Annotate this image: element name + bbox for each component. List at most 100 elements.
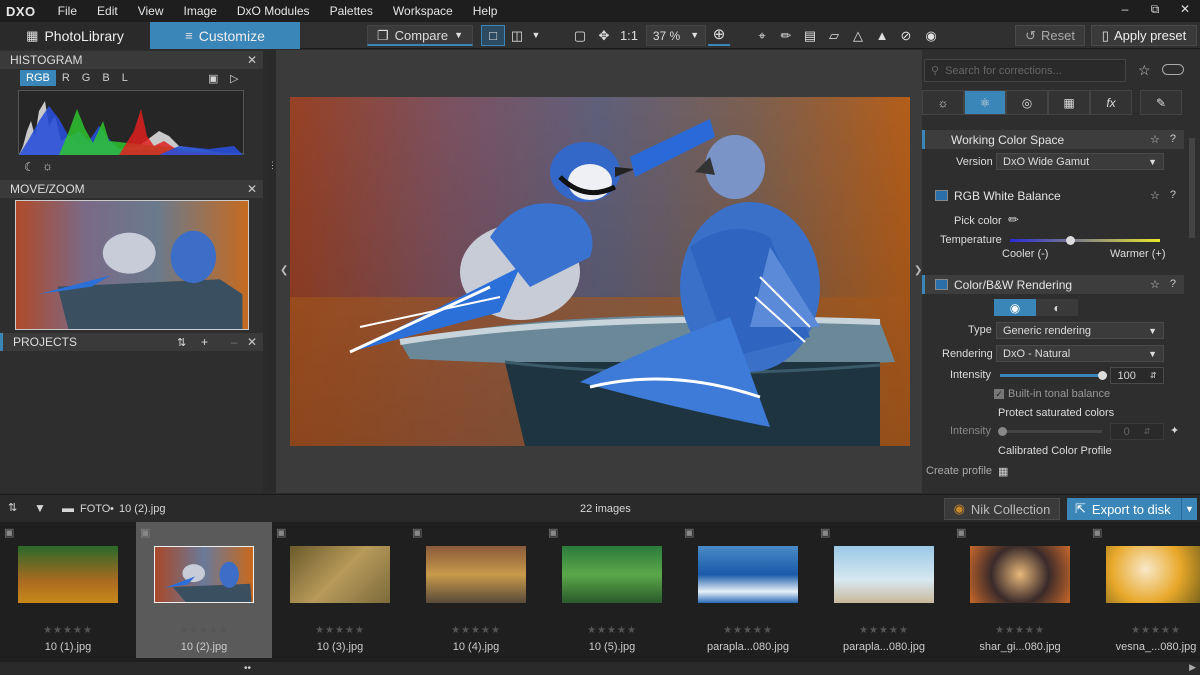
tab-local[interactable]: ✎ [1140,90,1182,115]
movezoom-preview[interactable] [15,200,249,330]
corrections-search[interactable]: ⚲ Search for corrections... [924,59,1126,82]
export-to-disk-button[interactable]: ⇱ Export to disk ▼ [1067,498,1197,520]
tab-light[interactable]: ☼ [922,90,964,115]
filter-icon[interactable]: ▼ [34,501,46,515]
thumbnail[interactable]: ▣ ★★★★★ parapla...080.jpg [816,522,952,658]
sun-icon[interactable]: ☼ [42,159,53,173]
eyedropper-button[interactable]: ✏ [776,25,796,46]
folder-name[interactable]: FOTO [80,503,110,515]
move-button[interactable]: ✥ [594,25,614,46]
menu-file[interactable]: File [48,4,87,18]
rendering-dropdown[interactable]: DxO - Natural ▼ [996,345,1164,362]
thumbnail[interactable]: ▣ ★★★★★ 10 (2).jpg [136,522,272,658]
compare-button[interactable]: ❐ Compare ▼ [367,25,473,46]
toggle-switch[interactable] [1162,64,1184,75]
tab-color[interactable]: ⚛ [964,90,1006,115]
sort-icon[interactable]: ⇅ [177,336,186,349]
monitor-icon[interactable]: ▣ [208,72,218,85]
crop-button[interactable]: ⌖ [752,25,772,46]
hist-channel-g[interactable]: G [76,70,97,86]
tab-detail[interactable]: ◎ [1006,90,1048,115]
filmstrip-scrollbar[interactable]: •• ▶ [0,662,1200,675]
thumbnail[interactable]: ▣ ★★★★★ 10 (4).jpg [408,522,544,658]
fit-screen-button[interactable]: ▢ [570,25,590,46]
star-icon[interactable]: ☆ [1150,278,1160,291]
builtin-tonal-checkbox[interactable]: ✓ [994,389,1004,399]
healing-button[interactable]: ⊘ [896,25,916,46]
scrollbar-thumb[interactable] [1189,138,1195,238]
image-viewer[interactable]: ❮ ❯ [276,50,922,493]
close-icon[interactable]: ✕ [247,53,257,67]
perspective-button[interactable]: ▱ [824,25,844,46]
section-white-balance[interactable]: RGB White Balance ☆? [922,186,1184,205]
slider-knob[interactable] [998,427,1007,436]
thumbnail[interactable]: ▣ ★★★★★ parapla...080.jpg [680,522,816,658]
rating-stars[interactable]: ★★★★★ [408,625,544,636]
restore-icon[interactable]: ⧉ [1140,0,1170,18]
menu-workspace[interactable]: Workspace [383,4,463,18]
tab-photolibrary[interactable]: ▦ PhotoLibrary [0,22,150,49]
menu-view[interactable]: View [128,4,174,18]
version-dropdown[interactable]: DxO Wide Gamut ▼ [996,153,1164,170]
add-project-icon[interactable]: + [201,335,208,349]
scroll-handle-icon[interactable]: •• [244,663,251,674]
hist-channel-rgb[interactable]: RGB [20,70,56,86]
thumbnail[interactable]: ▣ ★★★★★ 10 (3).jpg [272,522,408,658]
zoom-select[interactable]: 37 % ▼ [646,25,706,46]
main-photo[interactable] [290,97,910,446]
repair-button[interactable]: ▲ [872,25,892,46]
apply-preset-button[interactable]: ▯ Apply preset [1091,25,1197,46]
minimize-icon[interactable]: – [1110,0,1140,18]
sort-icon[interactable]: ⇅ [8,501,17,514]
favorite-star-icon[interactable]: ☆ [1138,62,1151,79]
rating-stars[interactable]: ★★★★★ [816,625,952,636]
menu-image[interactable]: Image [174,4,227,18]
intensity-slider[interactable] [1000,371,1107,380]
rating-stars[interactable]: ★★★★★ [0,625,136,636]
collapse-left-icon[interactable]: ❮ [280,265,288,276]
help-icon[interactable]: ? [1170,278,1176,291]
moon-icon[interactable]: ☾ [24,160,35,174]
section-color-rendering[interactable]: Color/B&W Rendering ☆? [922,275,1184,294]
thumbnail[interactable]: ▣ ★★★★★ shar_gi...080.jpg [952,522,1088,658]
color-mode-button[interactable]: ◉ [994,299,1036,316]
thumbnail[interactable]: ▣ ★★★★★ 10 (5).jpg [544,522,680,658]
horizon-button[interactable]: ▤ [800,25,820,46]
protect-intensity-input[interactable]: 0 ⇵ [1110,423,1164,440]
menu-edit[interactable]: Edit [87,4,128,18]
nik-collection-button[interactable]: ◉ Nik Collection [944,498,1060,520]
chevron-down-icon[interactable]: ▼ [1181,498,1197,520]
protect-intensity-slider[interactable] [998,427,1102,436]
help-icon[interactable]: ? [1170,133,1176,146]
right-panel-scrollbar[interactable] [1187,138,1197,488]
section-working-color-space[interactable]: Working Color Space ☆? [922,130,1184,149]
rating-stars[interactable]: ★★★★★ [136,625,272,636]
hist-channel-b[interactable]: B [96,70,115,86]
menu-help[interactable]: Help [463,4,508,18]
tab-geometry[interactable]: ▦ [1048,90,1090,115]
clipping-icon[interactable]: ▷ [230,72,238,85]
rating-stars[interactable]: ★★★★★ [544,625,680,636]
type-dropdown[interactable]: Generic rendering ▼ [996,322,1164,339]
create-profile-icon[interactable]: ▦ [998,465,1008,478]
bw-mode-button[interactable]: ◐ [1036,299,1078,316]
thumbnail[interactable]: ▣ ★★★★★ vesna_...080.jpg [1088,522,1200,658]
preview-button[interactable]: ◉ [920,25,942,46]
menu-palettes[interactable]: Palettes [320,4,383,18]
one-to-one-button[interactable]: 1:1 [618,25,640,46]
eyedropper-icon[interactable]: ✏ [1008,212,1019,228]
help-icon[interactable]: ? [1170,189,1176,202]
scroll-right-icon[interactable]: ▶ [1189,662,1196,673]
magic-wand-icon[interactable]: ✦ [1170,424,1179,437]
close-icon[interactable]: ✕ [247,182,257,196]
stepper-icon[interactable]: ⇵ [1150,371,1157,380]
close-icon[interactable]: ✕ [247,335,257,349]
close-icon[interactable]: ✕ [1170,0,1200,18]
intensity-input[interactable]: 100 ⇵ [1110,367,1164,384]
rating-stars[interactable]: ★★★★★ [272,625,408,636]
rating-stars[interactable]: ★★★★★ [952,625,1088,636]
left-panel-scrollbar[interactable]: ⋮ [266,50,277,493]
reset-button[interactable]: ↺ Reset [1015,25,1085,46]
slider-knob[interactable] [1066,236,1075,245]
enable-checkbox[interactable] [935,190,948,201]
